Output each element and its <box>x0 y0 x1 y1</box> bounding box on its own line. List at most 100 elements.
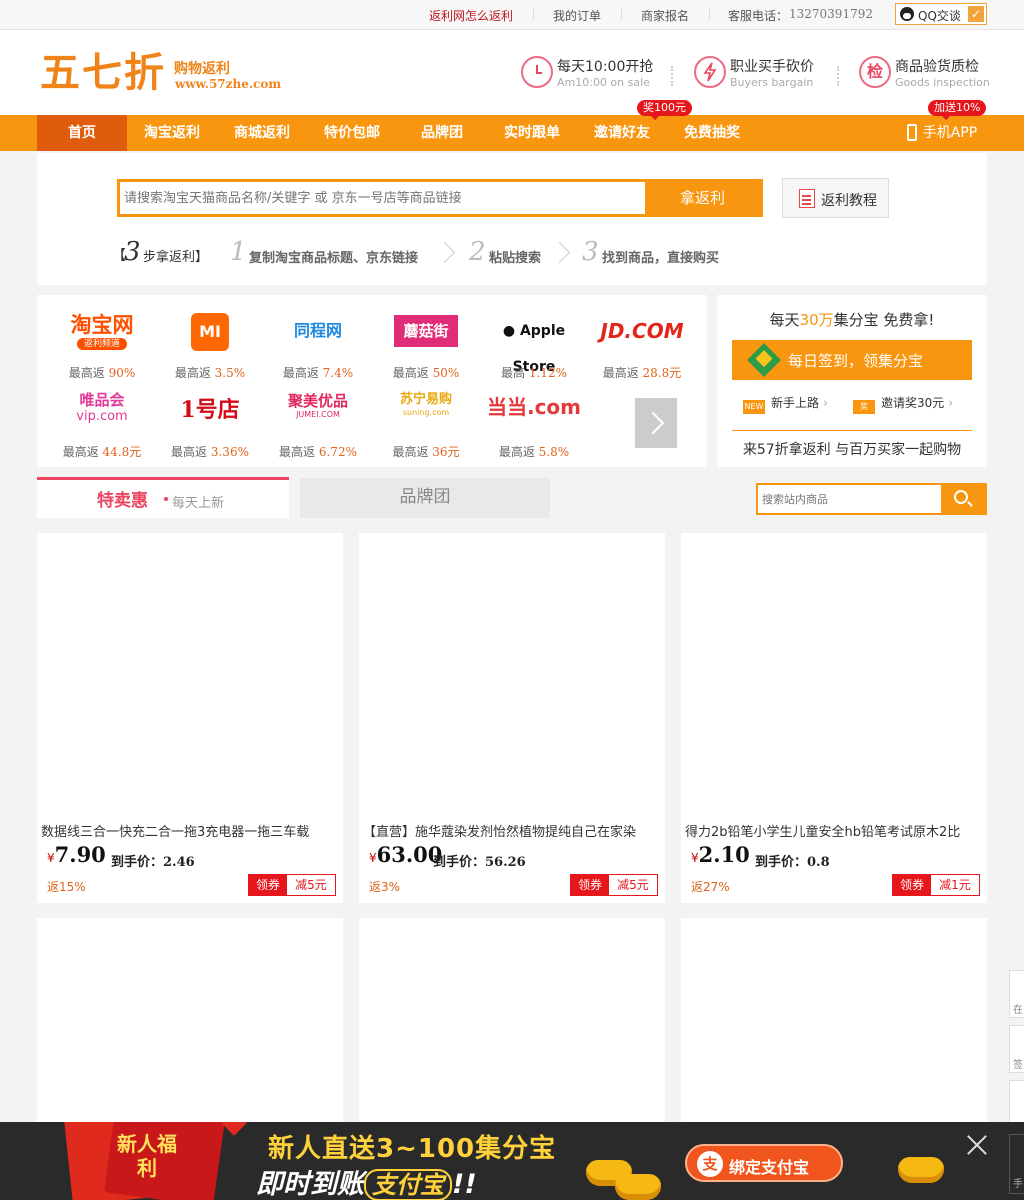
apple-store-logo: ● Apple Store <box>502 323 566 375</box>
side-tool-signin[interactable]: 签 <box>1009 1025 1024 1073</box>
coupon-button[interactable]: 领券 减1元 <box>892 874 980 896</box>
product-card[interactable] <box>681 918 987 1122</box>
tab-special-deals[interactable]: 特卖惠 每天上新 <box>37 477 289 518</box>
product-image[interactable] <box>359 533 665 815</box>
mogujie-logo: 蘑菇街 <box>394 315 458 347</box>
store-dangdang[interactable]: 当当.com 最高返 5.8% <box>481 382 587 460</box>
nav-free-shipping[interactable]: 特价包邮 <box>307 115 397 151</box>
nav-brand-group[interactable]: 品牌团 <box>397 115 487 151</box>
rebate-rate: 返15% <box>47 880 86 894</box>
store-jumei[interactable]: 聚美优品 JUMEI.COM 最高返 6.72% <box>265 382 371 460</box>
divider <box>533 8 534 20</box>
nav-mobile-app[interactable]: 手机APP <box>922 115 978 151</box>
nav-invite-friends[interactable]: 邀请好友 <box>577 115 667 151</box>
top-bar: 返利网怎么返利 我的订单 商家报名 客服电话： 13270391792 QQ交谈… <box>0 0 1024 30</box>
how-rebate-link[interactable]: 返利网怎么返利 <box>429 7 513 24</box>
coupon-button[interactable]: 领券 减5元 <box>248 874 336 896</box>
product-card[interactable]: 数据线三合一快充二合一拖3充电器一拖三车载 ¥7.90 到手价：2.46 返15… <box>37 533 343 903</box>
daily-signin-button[interactable]: 每日签到，领集分宝 <box>732 340 972 380</box>
service-phone-label: 客服电话： <box>728 9 789 23</box>
product-card[interactable]: 得力2b铅笔小学生儿童安全hb铅笔考试原木2比 ¥2.10 到手价：0.8 返2… <box>681 533 987 903</box>
new-tag-icon: NEW <box>743 400 765 414</box>
merchant-signup-link[interactable]: 商家报名 <box>641 7 689 24</box>
product-title[interactable]: 数据线三合一快充二合一拖3充电器一拖三车载 <box>41 821 339 840</box>
taobao-logo: 淘宝网 返利频道 <box>70 312 134 350</box>
nav-home[interactable]: 首页 <box>37 115 127 151</box>
feature-title: 商品验货质检 <box>895 59 979 75</box>
service-phone-number: 13270391792 <box>789 7 873 21</box>
banner-subline: 即时到账 支付宝!! <box>256 1169 477 1200</box>
divider <box>671 66 673 86</box>
store-jd[interactable]: JD.COM 最高返 28.8元 <box>589 303 695 381</box>
newbie-bonus-banner[interactable]: 新人福利 新人直送3~100集分宝 即时到账 支付宝!! 支 绑定支付宝 手 <box>0 1122 1024 1200</box>
nav-order-tracking[interactable]: 实时跟单 <box>487 115 577 151</box>
close-icon[interactable] <box>966 1134 988 1156</box>
site-search-input[interactable] <box>762 487 938 511</box>
side-tool-feedback[interactable] <box>1009 1080 1024 1128</box>
product-image[interactable] <box>681 533 987 815</box>
invite-reward-link[interactable]: 奖邀请奖30元 › <box>853 394 953 414</box>
inspect-icon: 检 <box>859 56 891 88</box>
chevron-right-icon <box>437 242 453 264</box>
site-logo[interactable]: 五七折 <box>40 40 166 98</box>
suning-logo: 苏宁易购 suning.com <box>399 392 452 417</box>
bind-alipay-button[interactable]: 支 绑定支付宝 <box>685 1144 843 1182</box>
coupon-button[interactable]: 领券 减5元 <box>570 874 658 896</box>
side-tool-online-service[interactable]: 在 <box>1009 970 1024 1018</box>
nav-free-lottery[interactable]: 免费抽奖 <box>667 115 757 151</box>
store-tongcheng[interactable]: 同程网 最高返 7.4% <box>265 303 371 381</box>
newbie-guide-link[interactable]: NEW 新手上路 › <box>743 394 828 414</box>
site-search-box <box>756 483 987 515</box>
tab-sublabel: 每天上新 <box>172 496 225 511</box>
product-card[interactable]: 【直营】施华蔻染发剂怡然植物提纯自己在家染 ¥63.00 到手价：56.26 返… <box>359 533 665 903</box>
step-copy-title: 复制淘宝商品标题、京东链接 <box>249 251 419 266</box>
tab-label: 特卖惠 <box>97 491 148 511</box>
gold-ingot-icon <box>615 1174 661 1200</box>
qq-chat-button[interactable]: QQ交谈 ✓ <box>895 3 987 25</box>
product-price: ¥2.10 <box>691 842 750 867</box>
jumei-logo: 聚美优品 JUMEI.COM <box>287 392 348 419</box>
site-search-button[interactable] <box>941 485 985 513</box>
nav-mall-rebate[interactable]: 商城返利 <box>217 115 307 151</box>
sparkle-icon <box>221 1122 247 1136</box>
store-apple[interactable]: ● Apple Store 最高 1.12% <box>481 303 587 381</box>
product-title[interactable]: 得力2b铅笔小学生儿童安全hb铅笔考试原木2比 <box>685 821 983 840</box>
steps-count: 3 <box>124 237 141 267</box>
nav-taobao-rebate[interactable]: 淘宝返利 <box>127 115 217 151</box>
next-stores-arrow-icon[interactable] <box>635 398 677 448</box>
chevron-right-icon <box>552 242 568 264</box>
dot-icon <box>164 497 168 501</box>
store-yhd[interactable]: 1号店 最高返 3.36% <box>157 382 263 460</box>
product-card[interactable] <box>359 918 665 1122</box>
store-suning[interactable]: 苏宁易购 suning.com 最高返 36元 <box>373 382 479 460</box>
mobile-phone-icon <box>907 124 917 141</box>
product-card[interactable] <box>37 918 343 1122</box>
product-image[interactable] <box>37 533 343 815</box>
get-rebate-button[interactable]: 拿返利 <box>645 182 760 214</box>
qq-penguin-icon <box>900 7 914 21</box>
tongcheng-logo: 同程网 <box>293 321 342 340</box>
final-price: 到手价：2.46 <box>111 855 195 870</box>
clock-icon <box>521 56 553 88</box>
step-number: 1 <box>230 237 247 267</box>
gift-icon <box>747 343 781 377</box>
tutorial-label: 返利教程 <box>821 193 877 209</box>
mi-logo: MI <box>191 313 229 351</box>
logo-url: www.57zhe.com <box>175 77 282 91</box>
store-mogujie[interactable]: 蘑菇街 最高返 50% <box>373 303 479 381</box>
store-mi[interactable]: MI 最高返 3.5% <box>157 303 263 381</box>
tab-brand-group[interactable]: 品牌团 <box>300 478 550 518</box>
side-tool-app[interactable]: 手 <box>1009 1134 1024 1194</box>
my-orders-link[interactable]: 我的订单 <box>553 7 601 24</box>
apple-icon: ● <box>502 323 516 339</box>
feature-subtitle: Am10:00 on sale <box>557 76 650 89</box>
rebate-tutorial-button[interactable]: 返利教程 <box>782 178 889 218</box>
bind-alipay-label: 绑定支付宝 <box>729 1158 810 1177</box>
yhd-logo: 1号店 <box>180 397 240 423</box>
rebate-search-input[interactable] <box>124 184 644 212</box>
invite-reward-badge: 奖100元 <box>637 100 692 120</box>
store-taobao[interactable]: 淘宝网 返利频道 最高返 90% <box>49 303 155 381</box>
store-grid: 淘宝网 返利频道 最高返 90% MI 最高返 3.5% 同程网 最高返 7.4%… <box>37 295 707 467</box>
store-vip[interactable]: 唯品会 vip.com 最高返 44.8元 <box>49 382 155 460</box>
product-title[interactable]: 【直营】施华蔻染发剂怡然植物提纯自己在家染 <box>363 821 661 840</box>
